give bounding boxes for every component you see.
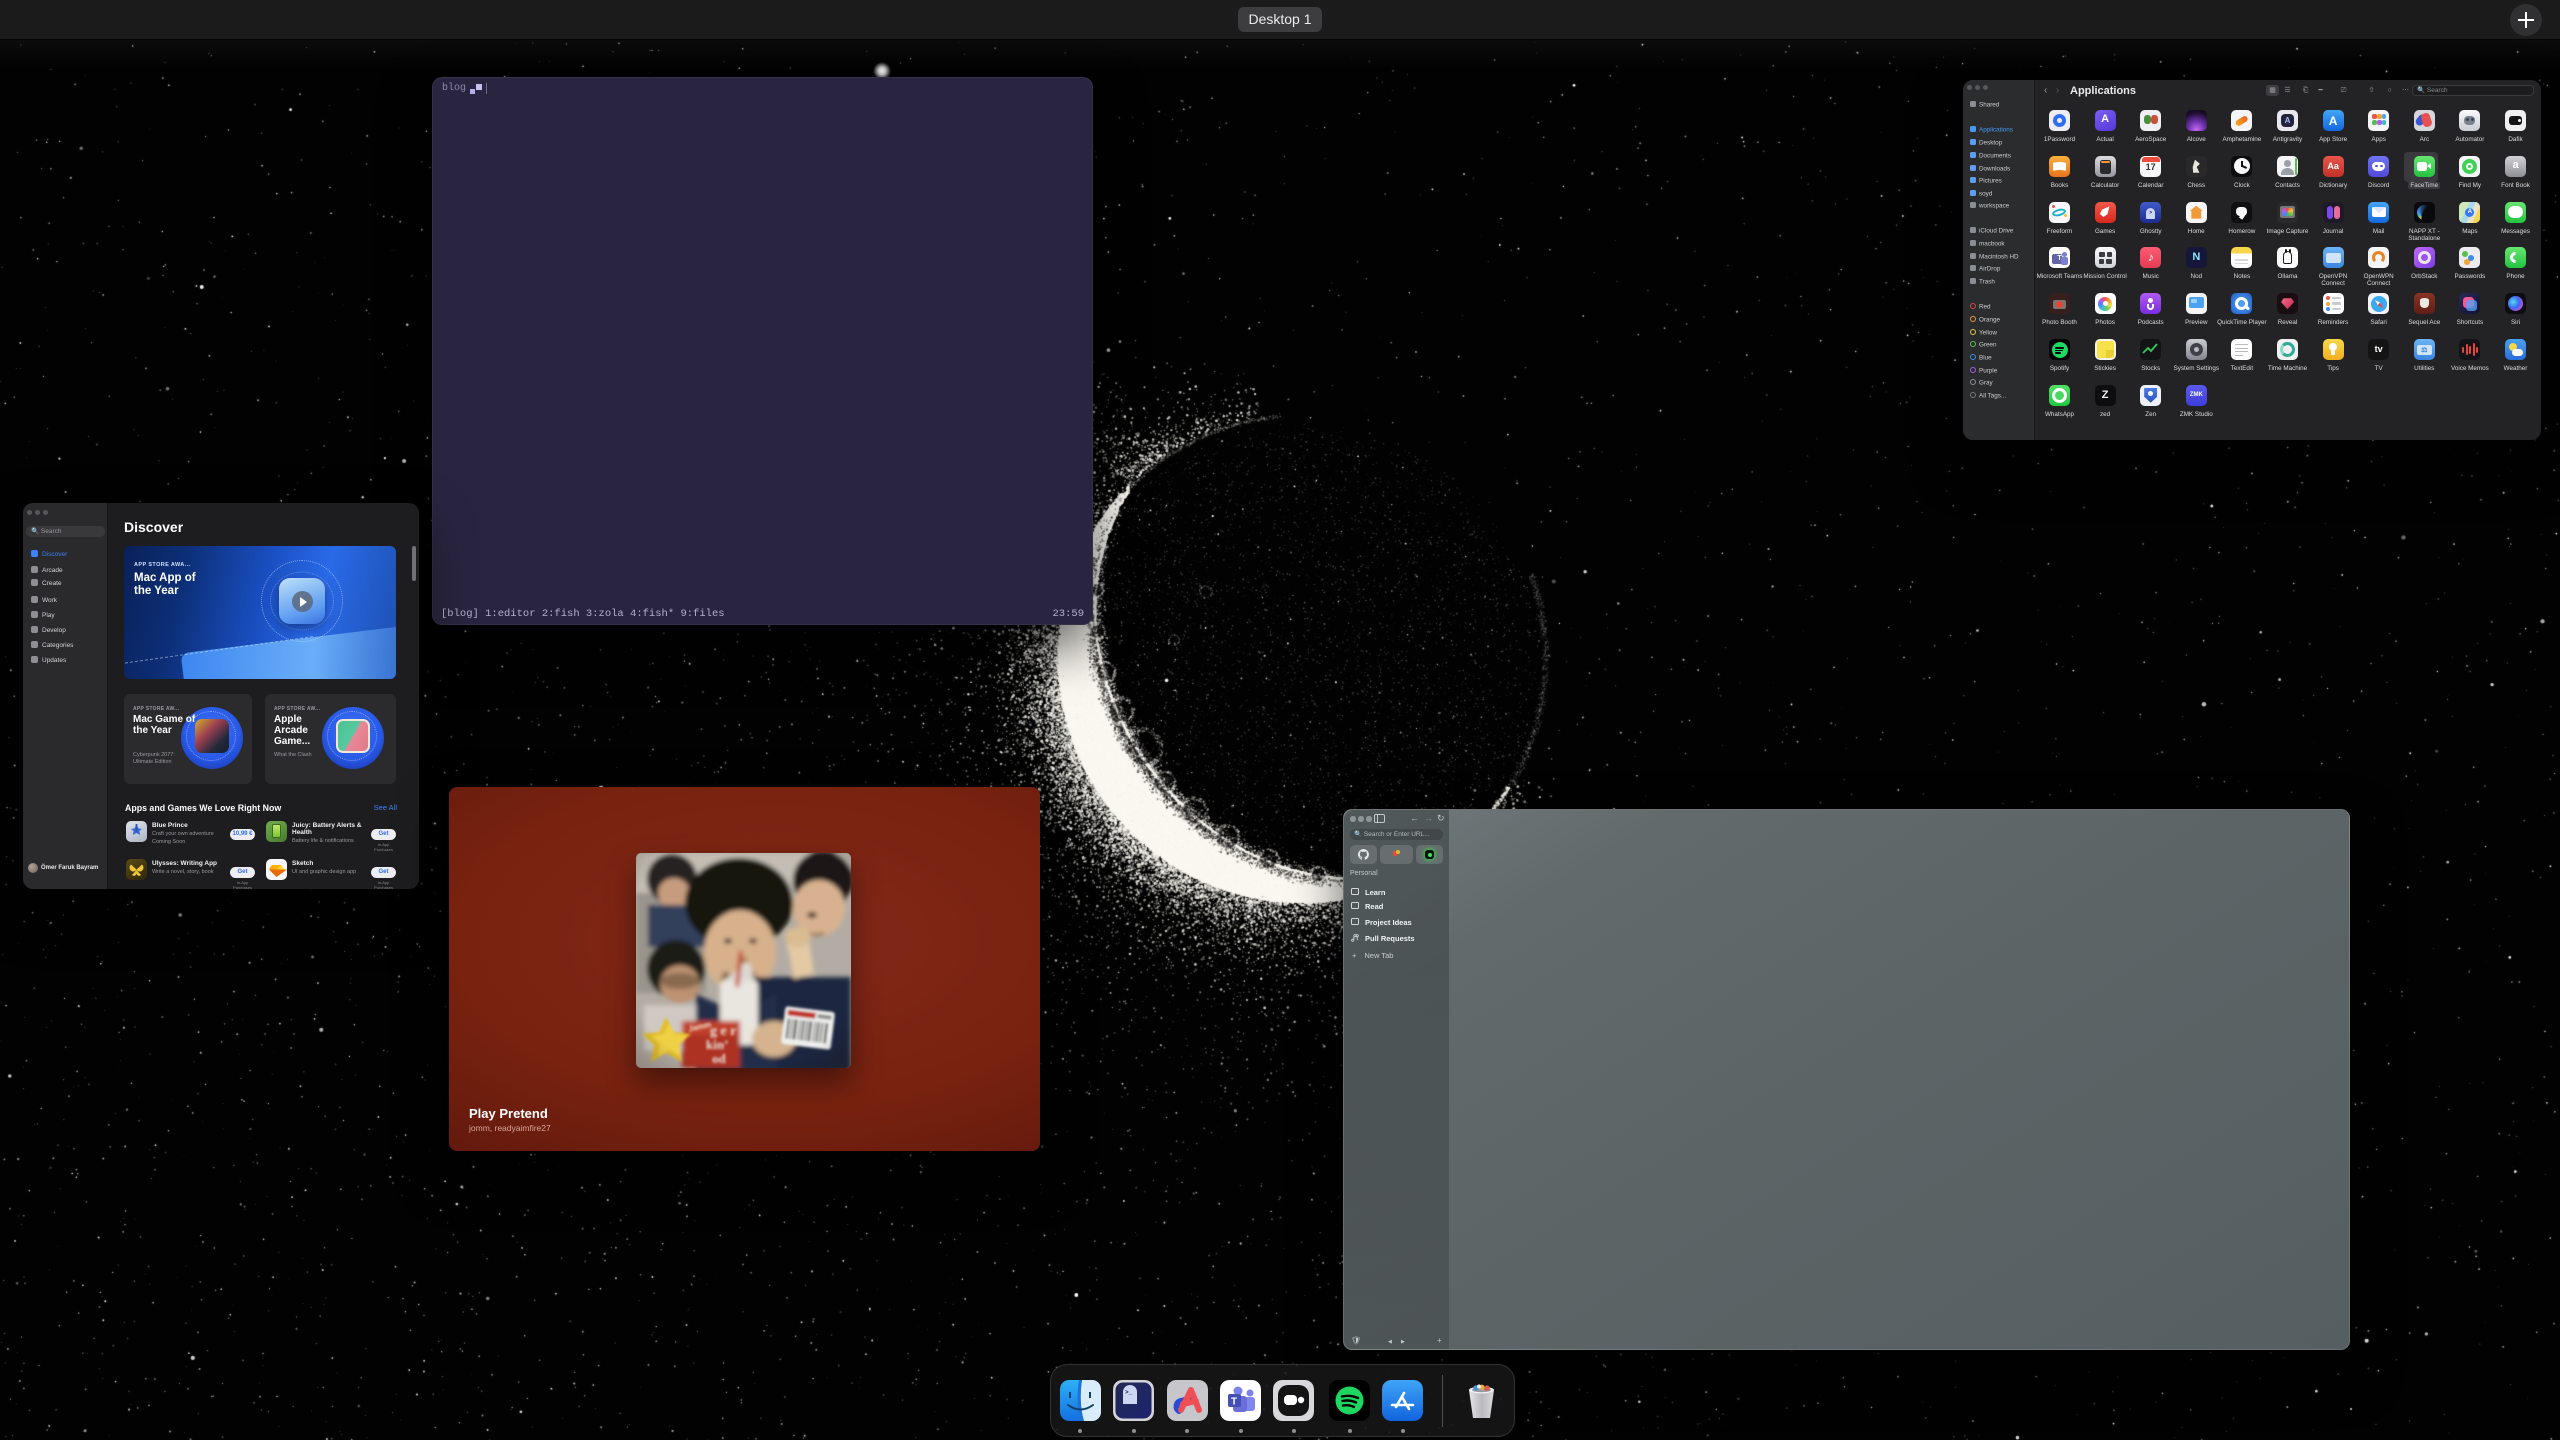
- svg-text:>_: >_: [1125, 1389, 1133, 1396]
- svg-text:T: T: [1231, 1397, 1237, 1408]
